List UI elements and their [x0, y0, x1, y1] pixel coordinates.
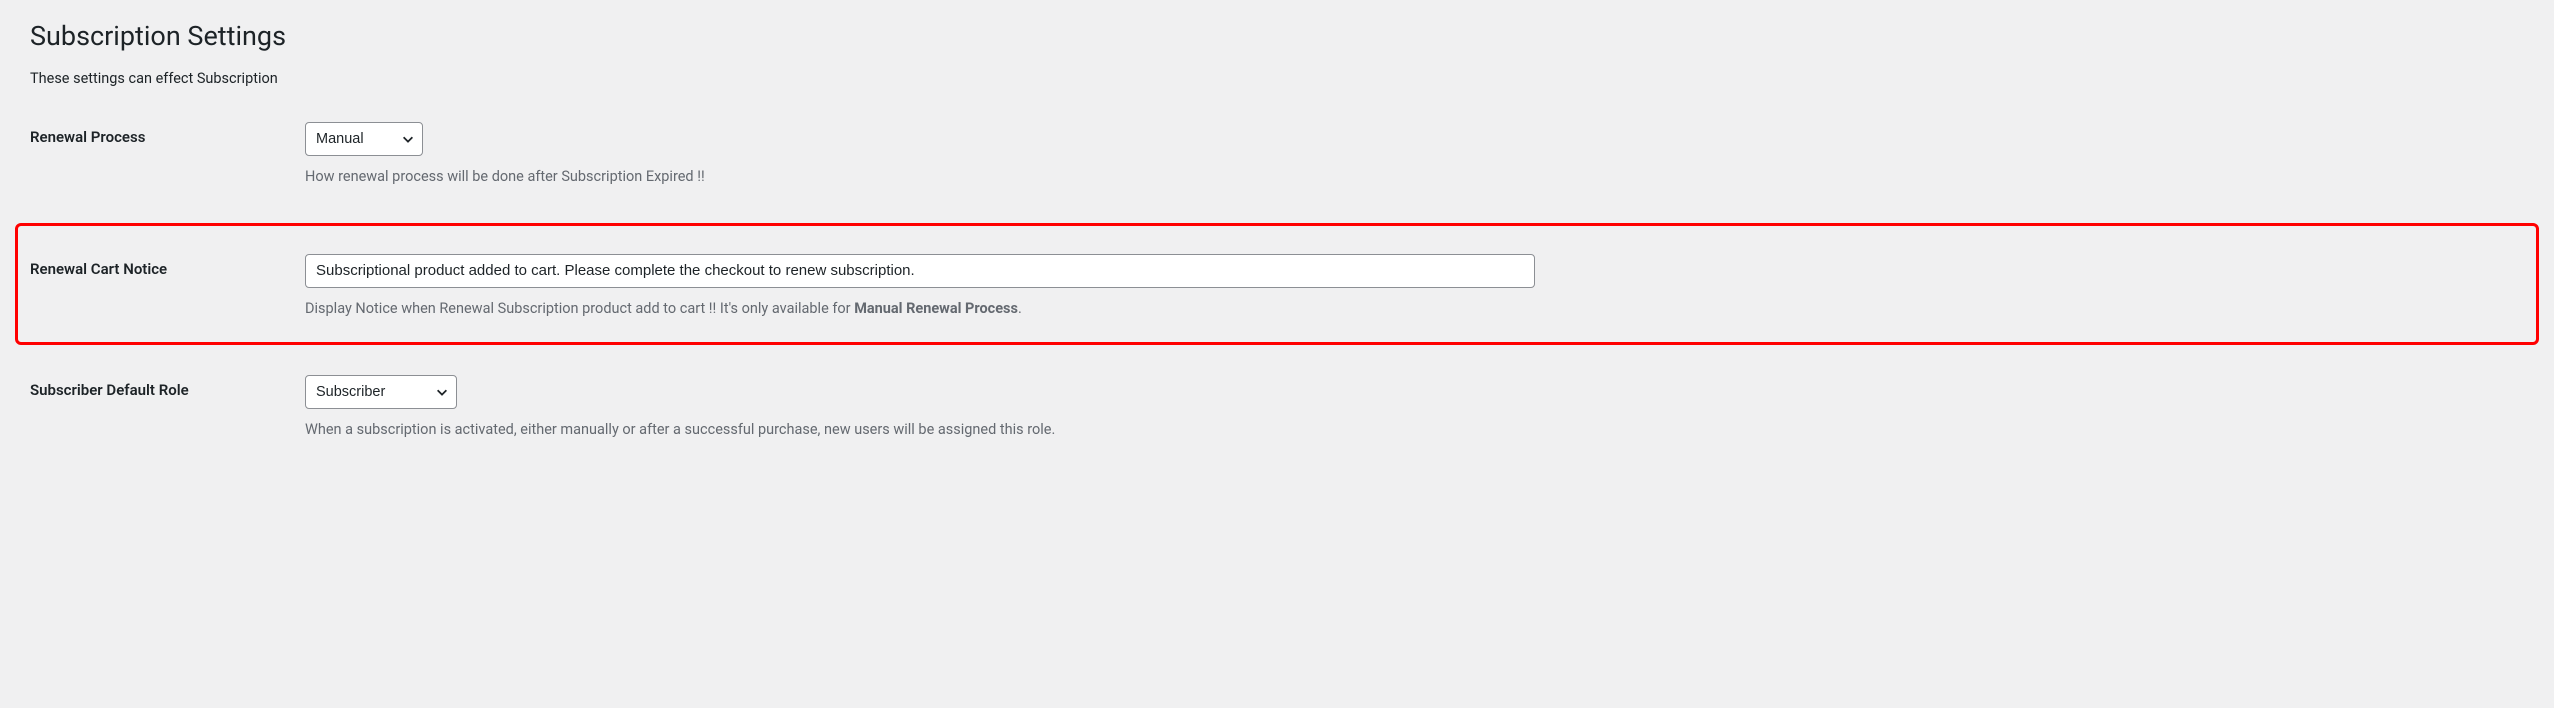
page-subtitle: These settings can effect Subscription: [30, 70, 2524, 87]
subscriber-default-role-row: Subscriber Default Role Subscriber When …: [30, 375, 2524, 441]
renewal-cart-notice-control-wrap: Display Notice when Renewal Subscription…: [305, 254, 2524, 320]
renewal-process-select-wrapper: Manual: [305, 122, 423, 156]
page-title: Subscription Settings: [30, 20, 2524, 52]
description-bold: Manual Renewal Process: [854, 300, 1018, 317]
renewal-cart-notice-description: Display Notice when Renewal Subscription…: [305, 298, 2524, 320]
renewal-process-description: How renewal process will be done after S…: [305, 166, 2524, 188]
renewal-cart-notice-label: Renewal Cart Notice: [30, 254, 305, 278]
subscriber-default-role-label: Subscriber Default Role: [30, 375, 305, 399]
subscriber-default-role-description: When a subscription is activated, either…: [305, 419, 2524, 441]
subscriber-default-role-select[interactable]: Subscriber: [305, 375, 457, 409]
renewal-process-control-wrap: Manual How renewal process will be done …: [305, 122, 2524, 188]
renewal-cart-notice-input[interactable]: [305, 254, 1535, 288]
renewal-process-label: Renewal Process: [30, 122, 305, 146]
description-suffix: .: [1018, 300, 1022, 317]
subscriber-default-role-control-wrap: Subscriber When a subscription is activa…: [305, 375, 2524, 441]
renewal-process-row: Renewal Process Manual How renewal proce…: [30, 122, 2524, 188]
subscriber-default-role-select-wrapper: Subscriber: [305, 375, 457, 409]
description-prefix: Display Notice when Renewal Subscription…: [305, 300, 854, 317]
renewal-cart-notice-row: Renewal Cart Notice Display Notice when …: [15, 223, 2539, 345]
renewal-process-select[interactable]: Manual: [305, 122, 423, 156]
